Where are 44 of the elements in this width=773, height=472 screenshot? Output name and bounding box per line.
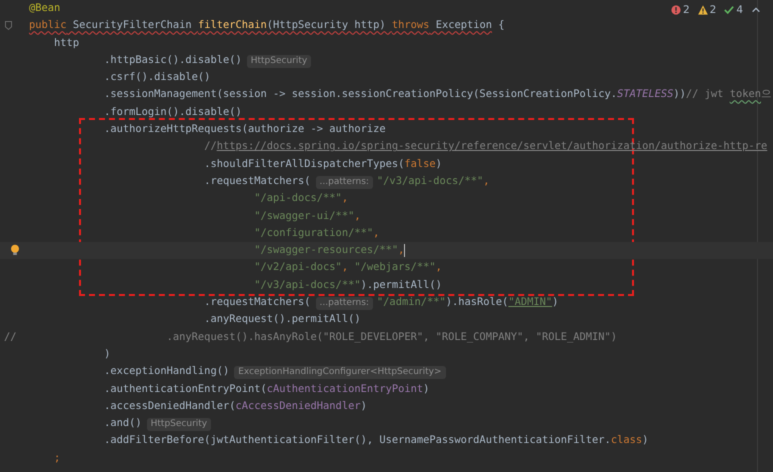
code-line: .sessionManagement(session -> session.sessionCreationPolicy(SessionCreationPolicy.STATELESS))// jwt token으 (104, 87, 771, 102)
code-line: "/api-docs/**", (254, 191, 348, 206)
inlay-hint: ExceptionHandlingConfigurer<HttpSecurity> (234, 366, 446, 380)
code-line: .addFilterBefore(jwtAuthenticationFilter(), UsernamePasswordAuthenticationFilter.class) (104, 433, 648, 448)
code-line: .requestMatchers( ...patterns: "/admin/**").hasRole("ADMIN") (204, 295, 558, 312)
code-line: "/v2/api-docs", "/webjars/**", (254, 260, 442, 276)
code-line: .httpBasic().disable() HttpSecurity (104, 52, 316, 70)
lightbulb-icon[interactable] (10, 244, 20, 256)
inlay-hint: ...patterns: (316, 297, 373, 310)
error-count[interactable]: 2 (670, 4, 690, 16)
code-line: .requestMatchers( ...patterns: "/v3/api-docs/**", (204, 174, 490, 190)
code-editor[interactable] (0, 0, 773, 472)
code-line: "/configuration/**", (254, 226, 380, 241)
text-cursor (404, 244, 406, 257)
code-line: public SecurityFilterChain filterChain(HttpSecurity http) throws Exception { (29, 18, 505, 34)
code-line: .shouldFilterAllDispatcherTypes(false) (204, 156, 442, 172)
code-line: "/swagger-resources/**", (254, 242, 406, 259)
code-line: @Bean (29, 1, 60, 16)
code-line: "/swagger-ui/**", (254, 208, 361, 224)
code-line: .exceptionHandling() ExceptionHandlingConfigurer<HttpSecurity> (104, 363, 450, 381)
code-line: .anyRequest().permitAll() (204, 312, 361, 328)
inlay-hint: ...patterns: (316, 176, 373, 189)
link[interactable]: https://docs.spring.io/spring-security/reference/servlet/authorization/authorize-http-re (216, 140, 768, 152)
code-line: .accessDeniedHandler(cAccessDeniedHandler) (104, 398, 367, 414)
code-line: "/v3/api-docs/**").permitAll() (254, 278, 442, 293)
code-line: ) (104, 346, 110, 362)
code-line: .authenticationEntryPoint(cAuthenticationEntryPoint) (104, 382, 430, 397)
code-line: .formLogin().disable() (104, 104, 242, 120)
code-line: http (54, 36, 80, 51)
warning-icon (698, 5, 708, 15)
code-line: .and() HttpSecurity (104, 415, 216, 432)
warning-count[interactable]: 2 (698, 4, 716, 16)
fold-icon[interactable] (5, 21, 12, 30)
code-line: // .anyRequest().hasAnyRole("ROLE_DEVELOPER", "ROLE_COMPANY", "ROLE_ADMIN") (4, 330, 618, 345)
code-line: .csrf().disable() (104, 70, 210, 86)
chevron-up-icon[interactable] (751, 5, 761, 15)
ok-count[interactable]: 4 (724, 4, 743, 16)
code-line: .authorizeHttpRequests(authorize -> authorize (104, 122, 386, 138)
inlay-hint: HttpSecurity (246, 54, 312, 68)
code-line: //https://docs.spring.io/spring-security/reference/servlet/authorization/authorize-http-re (204, 139, 768, 154)
code-line: ; (54, 450, 60, 466)
inlay-hint: HttpSecurity (146, 418, 212, 432)
error-icon (670, 5, 681, 15)
check-icon (724, 5, 734, 15)
